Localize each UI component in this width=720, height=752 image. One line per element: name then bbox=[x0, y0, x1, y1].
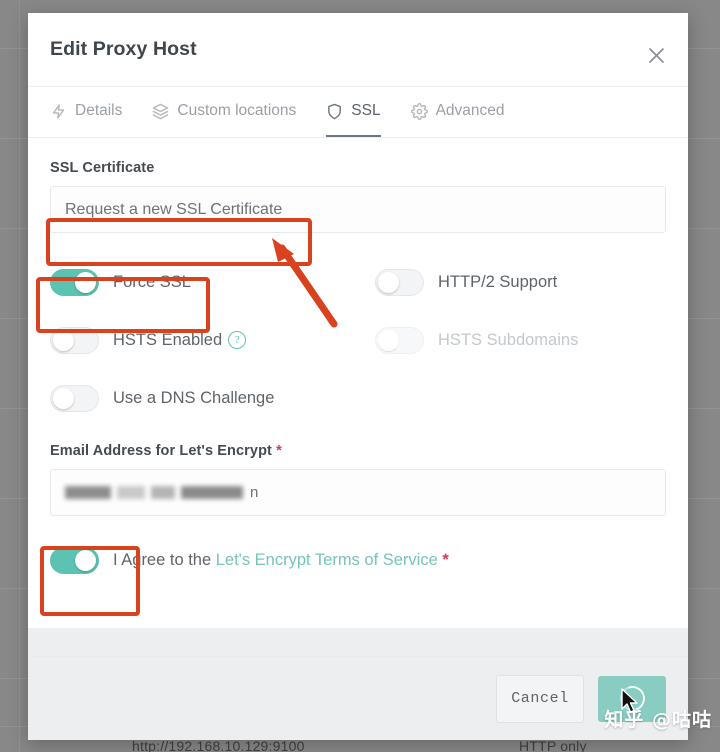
shield-icon bbox=[326, 103, 343, 120]
email-label-text: Email Address for Let's Encrypt bbox=[50, 443, 272, 459]
agreement-prefix: I Agree to the bbox=[113, 550, 212, 569]
toggle-knob bbox=[53, 387, 74, 409]
toggle-row-http2-support[interactable]: HTTP/2 Support bbox=[375, 253, 688, 311]
toggle-row-dns-challenge[interactable]: Use a DNS Challenge bbox=[50, 369, 375, 427]
toggle-row-force-ssl[interactable]: Force SSL bbox=[50, 253, 375, 311]
toggle-knob bbox=[378, 329, 399, 351]
dialog-header: Edit Proxy Host bbox=[28, 13, 688, 86]
dns-challenge-label: Use a DNS Challenge bbox=[113, 388, 275, 407]
toggle-knob bbox=[75, 271, 96, 293]
tab-custom-locations[interactable]: Custom locations bbox=[152, 87, 296, 137]
ssl-certificate-selected-value: Request a new SSL Certificate bbox=[65, 200, 283, 218]
ssl-certificate-select[interactable]: Request a new SSL Certificate bbox=[50, 186, 666, 233]
screen: http://192.168.10.129:9100 HTTP only Edi… bbox=[0, 0, 720, 752]
i-agree-toggle[interactable] bbox=[50, 546, 99, 574]
tab-advanced[interactable]: Advanced bbox=[410, 87, 505, 137]
redaction-block bbox=[151, 486, 175, 499]
tab-details-label: Details bbox=[75, 102, 123, 119]
footer-spacer bbox=[28, 628, 688, 656]
toggle-knob bbox=[75, 549, 96, 571]
force-ssl-label: Force SSL bbox=[113, 272, 191, 291]
email-value-tail: n bbox=[250, 484, 259, 501]
hsts-subdomains-label: HSTS Subdomains bbox=[438, 330, 579, 349]
backdrop-url-text: http://192.168.10.129:9100 bbox=[132, 738, 305, 752]
layers-icon bbox=[152, 103, 169, 120]
email-block: Email Address for Let's Encrypt * n bbox=[50, 443, 666, 516]
hsts-enabled-label: HSTS Enabled? bbox=[113, 330, 247, 350]
backdrop-col-line bbox=[19, 0, 20, 752]
required-marker: * bbox=[442, 550, 449, 569]
toggle-row-hsts-enabled[interactable]: HSTS Enabled? bbox=[50, 311, 375, 369]
force-ssl-toggle[interactable] bbox=[50, 268, 99, 296]
dns-challenge-toggle[interactable] bbox=[50, 384, 99, 412]
page-title: Edit Proxy Host bbox=[50, 38, 197, 60]
email-redacted-value bbox=[65, 486, 243, 499]
hsts-enabled-text: HSTS Enabled bbox=[113, 330, 223, 349]
tab-ssl[interactable]: SSL bbox=[326, 87, 381, 137]
required-marker: * bbox=[276, 443, 282, 459]
redaction-block bbox=[181, 486, 243, 499]
terms-of-service-link[interactable]: Let's Encrypt Terms of Service bbox=[216, 551, 438, 569]
agreement-row[interactable]: I Agree to the Let's Encrypt Terms of Se… bbox=[50, 540, 666, 580]
tab-advanced-label: Advanced bbox=[435, 102, 505, 119]
agreement-label: I Agree to the Let's Encrypt Terms of Se… bbox=[113, 551, 449, 570]
email-field[interactable]: n bbox=[50, 469, 666, 516]
backdrop-scheme-text: HTTP only bbox=[519, 738, 587, 752]
tab-custom-locations-label: Custom locations bbox=[177, 102, 297, 119]
help-icon[interactable]: ? bbox=[228, 331, 247, 350]
email-label: Email Address for Let's Encrypt * bbox=[50, 443, 666, 459]
dialog-footer: Cancel bbox=[28, 656, 688, 740]
toggle-knob bbox=[378, 271, 399, 293]
hsts-subdomains-toggle bbox=[375, 326, 424, 354]
redaction-block bbox=[117, 486, 145, 499]
dialog-body: SSL Certificate Request a new SSL Certif… bbox=[28, 138, 688, 628]
gear-icon bbox=[410, 102, 428, 120]
hsts-enabled-toggle[interactable] bbox=[50, 326, 99, 354]
edit-proxy-host-dialog: Edit Proxy Host Details Custom locations… bbox=[28, 13, 688, 740]
close-icon[interactable] bbox=[642, 41, 670, 69]
bolt-icon bbox=[50, 103, 67, 120]
watermark: 知乎 @咕咕 bbox=[604, 709, 712, 731]
toggle-knob bbox=[53, 329, 74, 351]
toggle-row-hsts-subdomains: HSTS Subdomains bbox=[375, 311, 688, 369]
http2-support-label: HTTP/2 Support bbox=[438, 272, 558, 291]
dialog-tabs: Details Custom locations SSL Advanced bbox=[28, 86, 688, 138]
tab-details[interactable]: Details bbox=[50, 87, 122, 137]
ssl-options-grid: Force SSL HTTP/2 Support HSTS Enabled? H… bbox=[50, 253, 666, 427]
cancel-button[interactable]: Cancel bbox=[496, 674, 584, 723]
ssl-certificate-label: SSL Certificate bbox=[50, 160, 155, 176]
redaction-block bbox=[65, 486, 111, 499]
http2-support-toggle[interactable] bbox=[375, 268, 424, 296]
tab-ssl-label: SSL bbox=[351, 102, 381, 119]
